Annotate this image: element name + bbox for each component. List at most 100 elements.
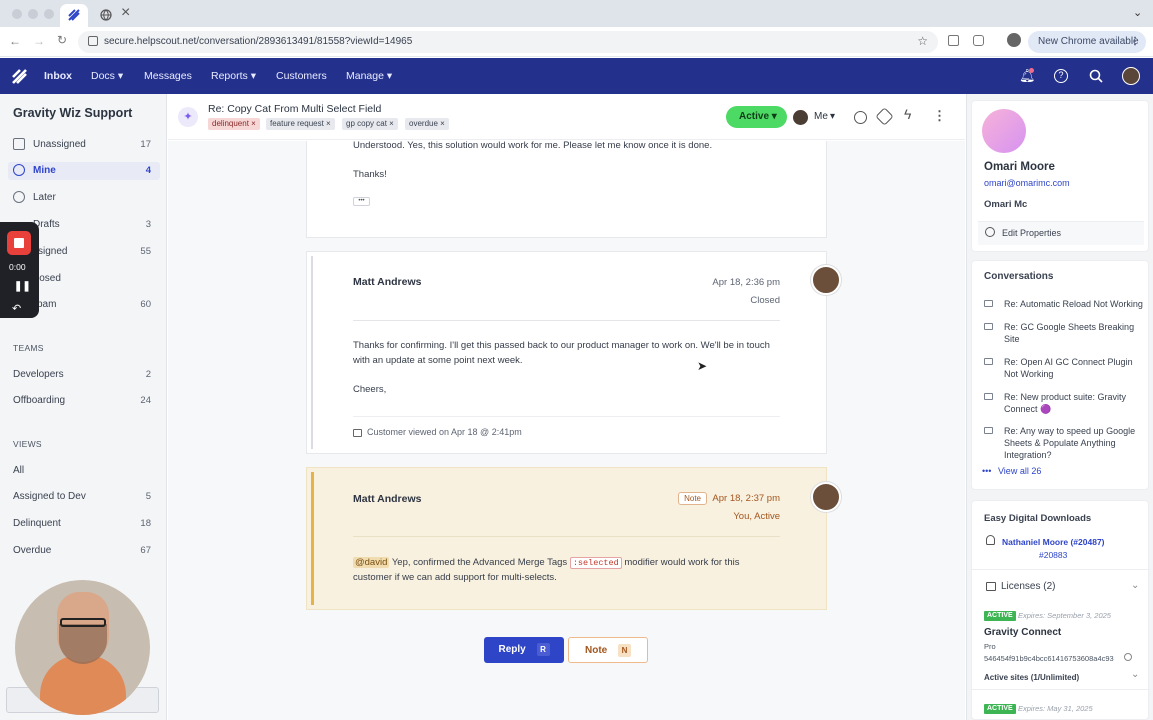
sidebar-item-developers[interactable]: Developers 2 <box>13 366 155 384</box>
assignee-dropdown[interactable]: Me ▾ <box>792 106 846 128</box>
folder-count: 17 <box>140 139 151 150</box>
sidebar-item-all[interactable]: All <box>13 462 155 480</box>
close-icon[interactable]: × <box>440 119 445 128</box>
author-avatar <box>811 265 841 295</box>
license-product: Gravity Connect <box>984 627 1062 638</box>
mouse-cursor-icon: ➤ <box>697 359 708 373</box>
license-status-badge: ACTIVE <box>984 611 1016 621</box>
folder-count: 4 <box>145 165 151 176</box>
tag-feature-request[interactable]: feature request × <box>266 118 335 130</box>
sidebar-item-assigned-to-dev[interactable]: Assigned to Dev 5 <box>13 488 155 506</box>
note-button[interactable]: Note N <box>568 637 648 663</box>
undo-icon[interactable]: ↶ <box>12 302 21 315</box>
divider <box>353 320 780 321</box>
pause-icon[interactable]: ❚❚ <box>14 281 31 292</box>
stop-icon <box>14 238 24 248</box>
nav-manage[interactable]: Manage ▾ <box>346 58 392 94</box>
close-icon[interactable]: × <box>389 119 394 128</box>
sidebar-item-delinquent[interactable]: Delinquent 18 <box>13 515 155 533</box>
mention-tag[interactable]: @david <box>353 557 390 568</box>
more-actions-icon[interactable]: ⋮ <box>933 108 946 124</box>
tag-overdue[interactable]: overdue × <box>405 118 449 130</box>
snooze-clock-icon[interactable] <box>854 111 867 124</box>
profile-avatar[interactable] <box>1007 33 1021 47</box>
sidebar-item-unassigned[interactable]: Unassigned 17 <box>13 136 155 154</box>
sidebar-item-overdue[interactable]: Overdue 67 <box>13 542 155 560</box>
tag-delinquent[interactable]: delinquent × <box>208 118 260 130</box>
ellipsis-icon: ••• <box>982 466 992 476</box>
new-chrome-button[interactable]: New Chrome available ⋮ <box>1028 31 1146 53</box>
view-all-conversations-link[interactable]: ••• View all 26 <box>982 466 1041 476</box>
tag-icon[interactable] <box>875 107 894 126</box>
bookmark-star-icon[interactable]: ☆ <box>917 34 928 48</box>
nav-docs-label: Docs <box>91 70 115 82</box>
address-bar[interactable]: secure.helpscout.net/conversation/289361… <box>78 31 938 53</box>
webcam-bubble[interactable] <box>15 580 150 715</box>
workflow-bolt-icon[interactable]: ϟ <box>904 106 911 122</box>
helpscout-logo-icon[interactable] <box>12 69 28 84</box>
chevron-down-icon: ▾ <box>250 70 256 82</box>
nav-inbox[interactable]: Inbox <box>44 58 72 94</box>
sidebar-item-later[interactable]: Later <box>13 189 155 207</box>
nav-reports[interactable]: Reports ▾ <box>211 58 256 94</box>
status-label: Active <box>739 111 770 122</box>
edd-customer-id[interactable]: #20883 <box>1039 550 1067 560</box>
license-tier: Pro <box>984 642 996 651</box>
edit-properties-button[interactable]: Edit Properties <box>978 221 1144 245</box>
close-icon[interactable]: × <box>326 119 331 128</box>
status-dropdown[interactable]: Active ▾ <box>726 106 787 128</box>
close-tab-icon[interactable]: × <box>121 4 130 22</box>
sidebar-item-offboarding[interactable]: Offboarding 24 <box>13 392 155 410</box>
licenses-heading[interactable]: Licenses (2) <box>1001 581 1055 592</box>
nav-reports-label: Reports <box>211 70 248 82</box>
help-icon[interactable]: ? <box>1054 69 1068 83</box>
folder-count: 60 <box>140 299 151 310</box>
customer-email[interactable]: omari@omarimc.com <box>984 178 1070 188</box>
tab-search-chevron-icon[interactable]: ⌄ <box>1133 6 1142 19</box>
view-all-label: View all 26 <box>997 466 1042 476</box>
window-zoom-dot[interactable] <box>44 9 54 19</box>
browser-tab-globe[interactable] <box>92 4 120 27</box>
message-line: Understood. Yes, this solution would wor… <box>353 141 713 151</box>
mailbox-name[interactable]: Gravity Wiz Support <box>13 106 132 120</box>
edd-customer-link[interactable]: Nathaniel Moore (#20487) <box>1002 537 1105 547</box>
ai-sparkle-icon[interactable]: ✦ <box>178 107 198 127</box>
search-icon[interactable] <box>1089 69 1103 83</box>
reply-button[interactable]: Reply R <box>484 637 564 663</box>
inbox-icon <box>13 138 25 150</box>
kebab-menu-icon[interactable]: ⋮ <box>1130 31 1140 53</box>
close-icon[interactable]: × <box>251 119 256 128</box>
envelope-icon <box>984 300 993 307</box>
envelope-icon <box>984 358 993 365</box>
conversation-subject[interactable]: Re: Copy Cat From Multi Select Field <box>208 103 381 115</box>
sidebar-item-mine[interactable]: Mine 4 <box>8 162 160 180</box>
nav-docs[interactable]: Docs ▾ <box>91 58 123 94</box>
back-arrow-icon[interactable]: ← <box>9 34 21 48</box>
nav-messages[interactable]: Messages <box>144 58 192 94</box>
site-settings-icon[interactable] <box>88 36 98 46</box>
reload-icon[interactable]: ↻ <box>57 33 67 47</box>
copy-icon[interactable] <box>1124 653 1132 661</box>
window-minimize-dot[interactable] <box>28 9 38 19</box>
customer-name[interactable]: Omari Moore <box>984 161 1055 173</box>
chevron-down-icon[interactable]: ⌄ <box>1131 580 1139 591</box>
assignee-label: Me <box>814 111 828 122</box>
tag-label: feature request <box>270 119 324 128</box>
forward-arrow-icon[interactable]: → <box>33 34 45 48</box>
screenshot-icon[interactable] <box>948 35 959 46</box>
note-state: You, Active <box>733 511 780 522</box>
extensions-icon[interactable] <box>973 35 984 46</box>
recording-timer: 0:00 <box>9 262 26 272</box>
person-icon <box>986 535 995 545</box>
license-sites[interactable]: Active sites (1/Unlimited) <box>984 673 1079 682</box>
chevron-down-icon[interactable]: ⌄ <box>1131 669 1139 680</box>
browser-tab-helpscout[interactable] <box>60 4 88 27</box>
user-avatar[interactable] <box>1122 67 1140 85</box>
tag-gp-copy-cat[interactable]: gp copy cat × <box>342 118 398 130</box>
tag-label: delinquent <box>212 119 249 128</box>
show-quoted-button[interactable]: ••• <box>353 197 370 206</box>
folder-icon <box>986 582 996 591</box>
nav-customers[interactable]: Customers <box>276 58 327 94</box>
window-close-dot[interactable] <box>12 9 22 19</box>
stop-record-button[interactable] <box>7 231 31 255</box>
